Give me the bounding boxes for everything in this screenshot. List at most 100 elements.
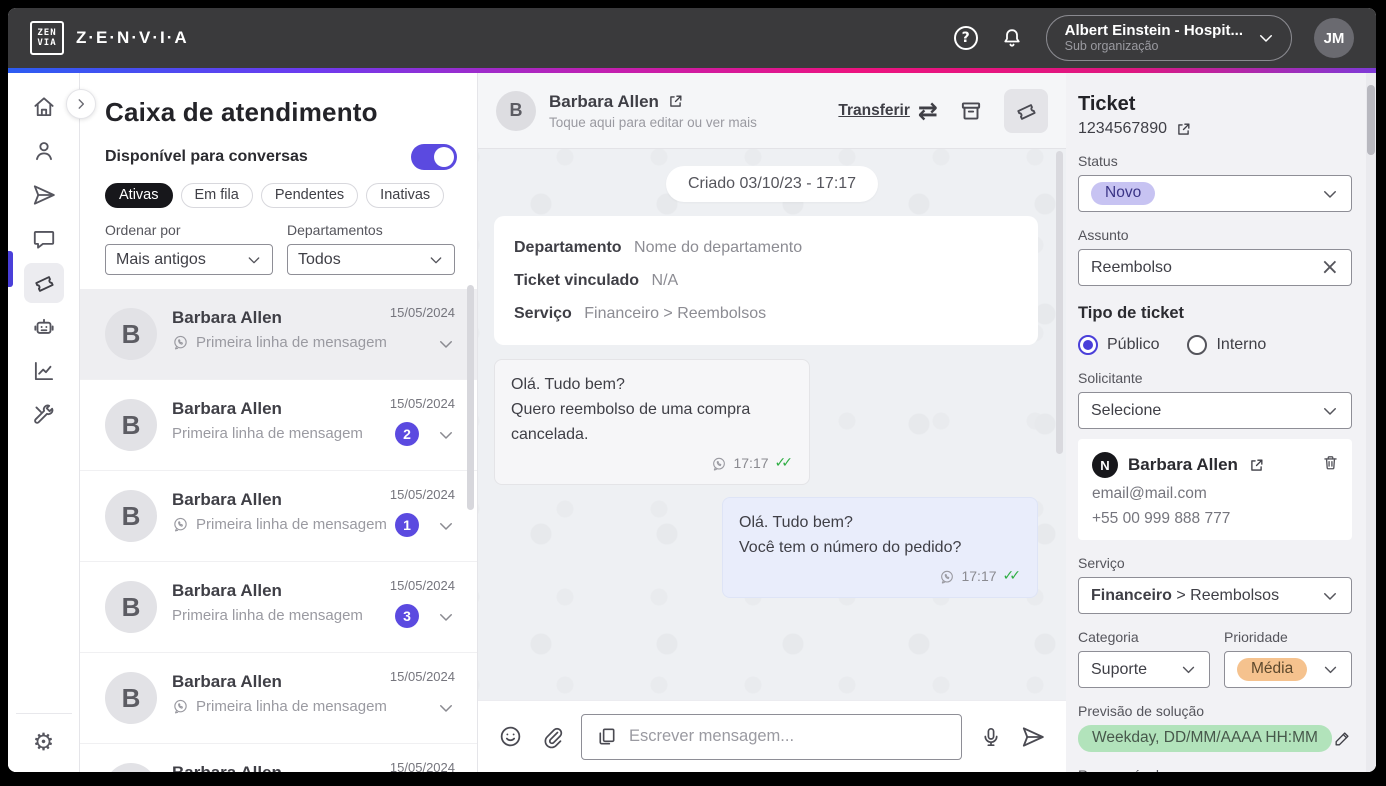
service-value-bold: Financeiro <box>1091 587 1172 604</box>
sidebar-item-bots[interactable] <box>24 307 64 347</box>
radio-internal[interactable]: Interno <box>1187 335 1266 355</box>
conversation-preview: Primeira linha de mensagem <box>172 607 363 624</box>
filter-chip-pendentes[interactable]: Pendentes <box>261 183 358 208</box>
remove-contact-button[interactable] <box>1321 453 1340 472</box>
status-badge: Novo <box>1091 182 1155 205</box>
availability-label: Disponível para conversas <box>105 148 308 166</box>
category-value: Suporte <box>1091 661 1147 679</box>
smiley-icon <box>498 724 523 749</box>
chat-header[interactable]: B Barbara Allen Toque aqui para editar o… <box>478 73 1066 149</box>
list-item[interactable]: B Barbara Allen Primeira linha de mensag… <box>80 289 477 380</box>
clear-icon[interactable]: × <box>1321 258 1339 278</box>
requester-label: Solicitante <box>1078 370 1352 386</box>
info-department-value: Nome do departamento <box>634 239 802 256</box>
info-department-label: Departamento <box>514 239 622 256</box>
status-select[interactable]: Novo <box>1078 175 1352 212</box>
inbox-scrollbar[interactable] <box>467 285 474 510</box>
sidebar-item-tools[interactable] <box>24 395 64 435</box>
list-item[interactable]: B Barbara Allen Primeira linha de mensag… <box>80 653 477 744</box>
filter-chip-ativas[interactable]: Ativas <box>105 183 173 208</box>
filter-chip-inativas[interactable]: Inativas <box>366 183 444 208</box>
chat-bubble-icon <box>31 226 57 252</box>
forecast-value-badge: Weekday, DD/MM/AAAA HH:MM <box>1078 725 1332 752</box>
category-label: Categoria <box>1078 629 1210 645</box>
contact-phone: +55 00 999 888 777 <box>1092 510 1338 528</box>
priority-select[interactable]: Média <box>1224 651 1352 688</box>
sidebar-item-contacts[interactable] <box>24 131 64 171</box>
chevron-down-icon <box>1257 29 1275 47</box>
list-item[interactable]: B Barbara Allen Primeira linha de mensag… <box>80 562 477 653</box>
logo-text-top: ZEN <box>37 28 56 38</box>
help-icon[interactable]: ? <box>954 26 978 50</box>
organization-switcher[interactable]: Albert Einstein - Hospit... Sub organiza… <box>1046 15 1292 61</box>
avatar: B <box>496 91 536 131</box>
logo-text-bottom: VIA <box>37 38 56 48</box>
transfer-label: Transferir <box>838 102 910 120</box>
sidebar-item-campaigns[interactable] <box>24 175 64 215</box>
chevron-down-icon <box>437 699 455 717</box>
list-item[interactable]: B Barbara Allen Primeira linha de mensag… <box>80 471 477 562</box>
sidebar-item-chats[interactable] <box>24 219 64 259</box>
radio-public[interactable]: Público <box>1078 335 1159 355</box>
ticket-number: 1234567890 <box>1078 120 1167 138</box>
send-message-button[interactable] <box>1020 724 1046 750</box>
chevron-down-icon <box>1180 661 1197 678</box>
emoji-button[interactable] <box>498 724 523 749</box>
chevron-right-icon <box>74 97 88 111</box>
settings-gear-icon[interactable]: ⚙ <box>33 730 55 754</box>
conversation-preview: Primeira linha de mensagem <box>196 698 387 715</box>
message-input-box <box>581 714 962 760</box>
filter-chip-em-fila[interactable]: Em fila <box>181 183 253 208</box>
ticket-type-label: Tipo de ticket <box>1078 304 1352 323</box>
template-copy-icon[interactable] <box>595 725 618 748</box>
notifications-bell-icon[interactable] <box>1000 26 1024 50</box>
transfer-button[interactable]: Transferir ⇄ <box>838 99 938 123</box>
attach-button[interactable] <box>540 725 564 749</box>
organization-name: Albert Einstein - Hospit... <box>1065 22 1243 39</box>
external-link-icon[interactable] <box>1175 121 1192 138</box>
message-line: Você tem o número do pedido? <box>739 535 1021 560</box>
conversation-preview: Primeira linha de mensagem <box>196 334 387 351</box>
list-item[interactable]: B Barbara Allen Primeira linha de mensag… <box>80 380 477 471</box>
unread-badge: 2 <box>395 422 419 446</box>
list-item[interactable]: B Barbara Allen 15/05/2024 <box>80 744 477 772</box>
service-select[interactable]: Financeiro > Reembolsos <box>1078 577 1352 614</box>
microphone-icon <box>979 725 1003 749</box>
subject-label: Assunto <box>1078 227 1352 243</box>
availability-toggle[interactable] <box>411 144 457 170</box>
info-linked-ticket-label: Ticket vinculado <box>514 272 639 289</box>
whatsapp-icon <box>939 569 955 585</box>
send-icon <box>1020 724 1046 750</box>
radio-public-label: Público <box>1107 336 1159 354</box>
chat-scrollbar[interactable] <box>1056 151 1063 454</box>
ticket-details-button[interactable] <box>1004 89 1048 133</box>
pencil-icon <box>1333 729 1352 748</box>
ticket-details-panel: Ticket 1234567890 Status Novo Assunto Re… <box>1066 73 1376 772</box>
message-history[interactable]: Criado 03/10/23 - 17:17 Departamento Nom… <box>478 149 1066 700</box>
external-link-icon[interactable] <box>1248 457 1265 474</box>
chat-contact-subtitle: Toque aqui para editar ou ver mais <box>549 115 757 130</box>
requester-select[interactable]: Selecione <box>1078 392 1352 429</box>
conversation-name: Barbara Allen <box>172 490 282 510</box>
voice-record-button[interactable] <box>979 725 1003 749</box>
ticket-scrollbar[interactable] <box>1367 85 1375 155</box>
conversation-name: Barbara Allen <box>172 308 282 328</box>
department-select[interactable]: Todos <box>287 244 455 275</box>
user-avatar[interactable]: JM <box>1314 18 1354 58</box>
sidebar-item-home[interactable] <box>24 87 64 127</box>
whatsapp-icon <box>172 698 189 715</box>
message-input[interactable] <box>629 727 948 746</box>
category-select[interactable]: Suporte <box>1078 651 1210 688</box>
avatar: N <box>1092 452 1118 478</box>
chevron-down-icon <box>1321 185 1339 203</box>
sort-select[interactable]: Mais antigos <box>105 244 273 275</box>
radio-unselected-icon <box>1187 335 1207 355</box>
edit-forecast-button[interactable] <box>1333 729 1352 748</box>
conversation-date: 15/05/2024 <box>390 669 455 684</box>
sidebar-expand-button[interactable] <box>66 89 96 119</box>
sidebar-item-reports[interactable] <box>24 351 64 391</box>
sidebar-item-service-inbox[interactable] <box>24 263 64 303</box>
subject-input[interactable]: Reembolso × <box>1078 249 1352 286</box>
archive-button[interactable] <box>958 98 984 124</box>
tools-icon <box>31 402 57 428</box>
